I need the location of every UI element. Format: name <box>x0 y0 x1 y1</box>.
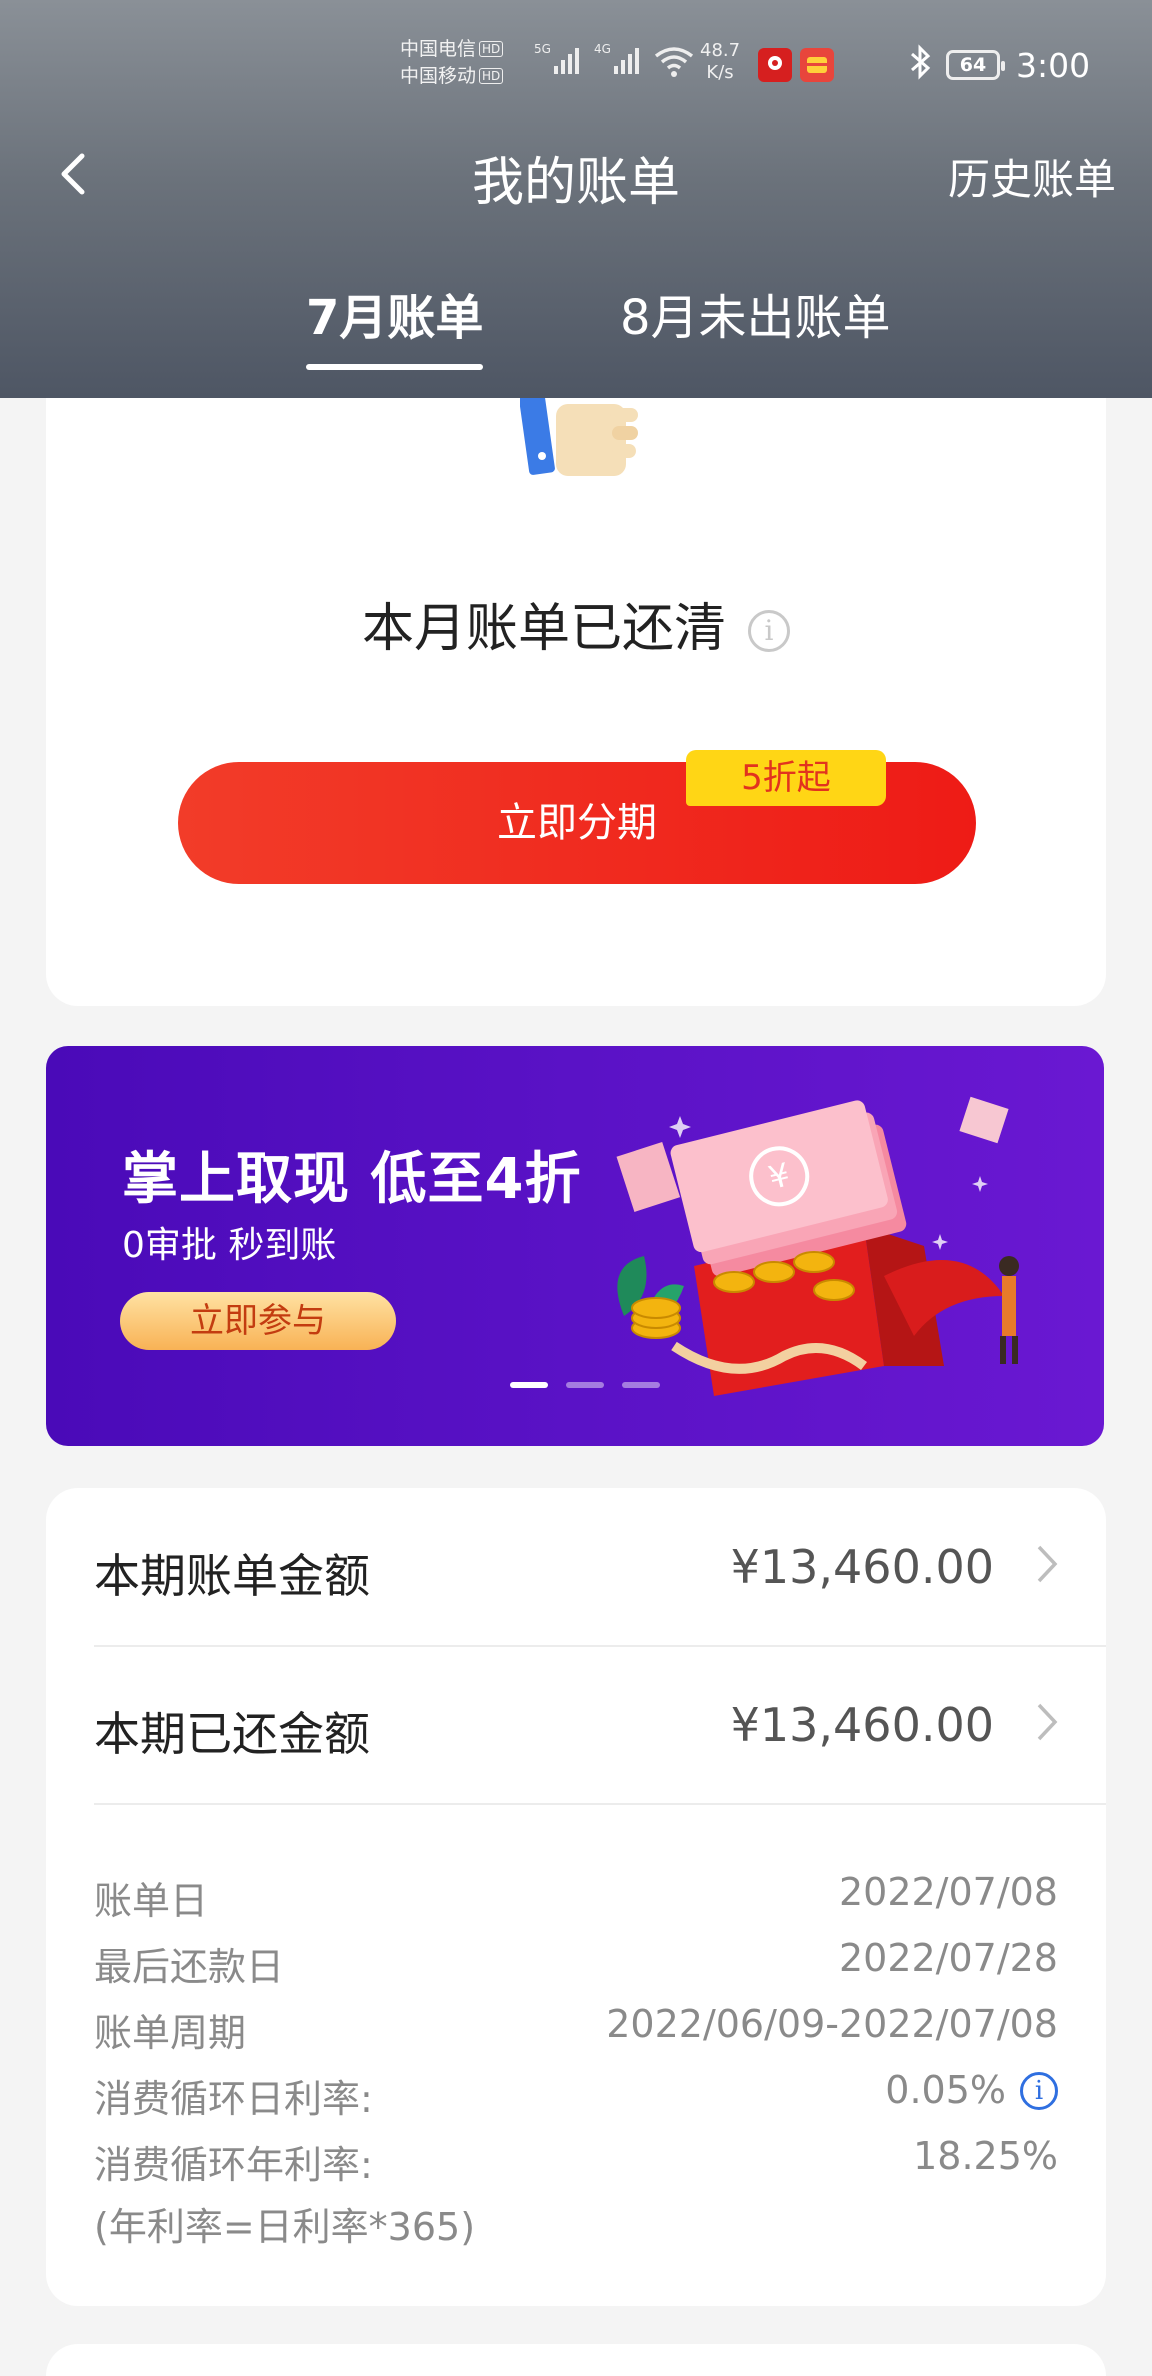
cash-advance-banner[interactable]: 掌上取现 低至4折 0审批 秒到账 立即参与 ¥ <box>46 1046 1104 1446</box>
statement-amount-row[interactable]: 本期账单金额 ¥13,460.00 <box>94 1488 1106 1646</box>
carrier-2: 中国移动 <box>400 65 477 87</box>
history-bills-link[interactable]: 历史账单 <box>948 146 1116 207</box>
bluetooth-icon <box>908 44 932 88</box>
hd-badge: HD <box>479 41 504 57</box>
battery-icon: 64 <box>946 50 1005 80</box>
hd-badge: HD <box>479 68 504 84</box>
bill-status-card: 本月账单已还清 i 立即分期 5折起 <box>46 330 1106 1006</box>
statement-amount-value: ¥13,460.00 <box>730 1540 994 1594</box>
nav-bar: 我的账单 历史账单 <box>0 130 1152 220</box>
signal-5g-icon: 5G <box>534 42 582 74</box>
clock: 3:00 <box>1016 46 1091 85</box>
rate-formula-note: (年利率=日利率*365) <box>94 2205 476 2249</box>
repaid-amount-row[interactable]: 本期已还金额 ¥13,460.00 <box>94 1646 1106 1804</box>
divider <box>94 1803 1106 1805</box>
status-bar: 中国电信 HD 中国移动 HD 5G 4G 48.7 K/s 64 3:00 <box>0 30 1152 100</box>
info-icon[interactable]: i <box>748 610 790 652</box>
repaid-amount-label: 本期已还金额 <box>94 1707 370 1761</box>
tab-july-bill[interactable]: 7月账单 <box>306 278 484 370</box>
notification-app-icon <box>800 48 834 82</box>
money-gift-illustration: ¥ <box>616 1096 1019 1396</box>
statement-amount-label: 本期账单金额 <box>94 1549 370 1603</box>
detail-row-daily-rate: 消费循环日利率: 0.05% i <box>94 2058 1058 2124</box>
wifi-icon <box>654 47 694 77</box>
signal-tag: 5G <box>534 42 551 56</box>
carrier-1: 中国电信 <box>400 38 477 60</box>
detail-row-due-date: 最后还款日 2022/07/28 <box>94 1936 1058 1989</box>
detail-row-annual-rate: 消费循环年利率: 18.25% <box>94 2134 1058 2187</box>
bill-tabs: 7月账单 8月未出账单 <box>0 270 1152 370</box>
join-now-button[interactable]: 立即参与 <box>120 1292 396 1350</box>
detail-row-statement-date: 账单日 2022/07/08 <box>94 1870 1058 1923</box>
signal-tag: 4G <box>594 42 611 56</box>
thumbs-up-icon <box>520 394 638 476</box>
discount-badge: 5折起 <box>678 750 886 806</box>
chevron-right-icon <box>1037 1545 1058 1583</box>
carrier-info: 中国电信 HD 中国移动 HD <box>400 36 504 90</box>
notification-app-icon <box>758 48 792 82</box>
tab-august-unbilled[interactable]: 8月未出账单 <box>620 278 891 348</box>
info-icon[interactable]: i <box>1020 2072 1058 2110</box>
bill-cleared-message: 本月账单已还清 i <box>46 586 1106 661</box>
repaid-amount-value: ¥13,460.00 <box>730 1698 994 1752</box>
banner-headline: 掌上取现 低至4折 <box>122 1147 582 1212</box>
header: 中国电信 HD 中国移动 HD 5G 4G 48.7 K/s 64 3:00 我… <box>0 0 1152 398</box>
chevron-right-icon <box>1037 1703 1058 1741</box>
next-card <box>46 2344 1106 2376</box>
bill-detail-list: 账单日 2022/07/08 最后还款日 2022/07/28 账单周期 202… <box>94 1860 1058 2251</box>
net-speed: 48.7 K/s <box>700 40 741 83</box>
signal-4g-icon: 4G <box>594 42 642 74</box>
carousel-indicator[interactable] <box>510 1382 660 1388</box>
bill-details-card: 本期账单金额 ¥13,460.00 本期已还金额 ¥13,460.00 账单日 … <box>46 1488 1106 2306</box>
detail-row-billing-cycle: 账单周期 2022/06/09-2022/07/08 <box>94 2002 1058 2055</box>
banner-subline: 0审批 秒到账 <box>122 1225 337 1266</box>
